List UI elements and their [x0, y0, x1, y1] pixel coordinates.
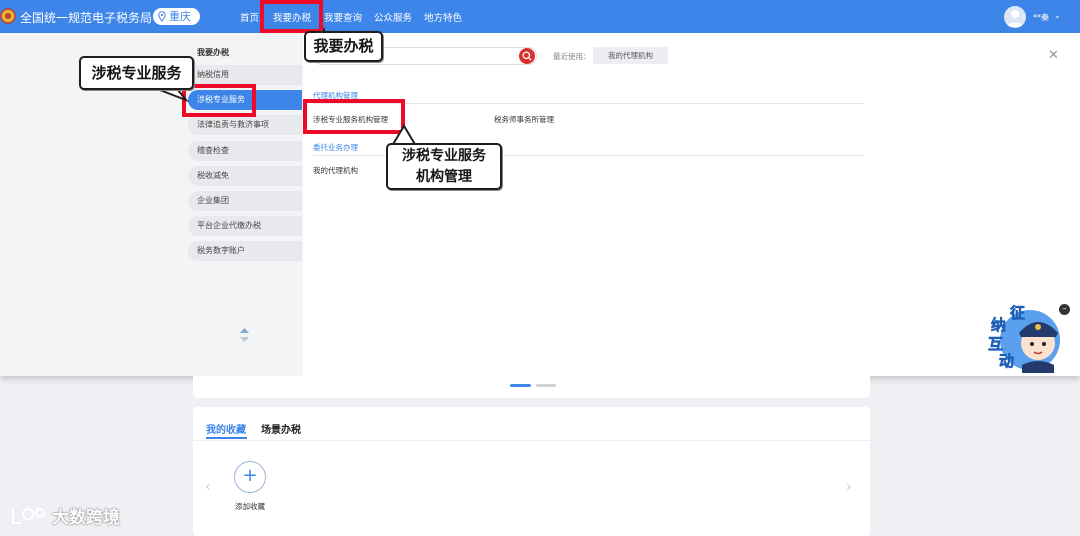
search-icon: [522, 51, 532, 61]
app-title[interactable]: 全国统一规范电子税务局: [20, 9, 152, 26]
search-button[interactable]: [519, 48, 535, 64]
callout-agency-management: 涉税专业服务 机构管理: [386, 143, 502, 190]
avatar-person-icon: [1007, 10, 1023, 27]
assistant-char: 征: [1010, 304, 1026, 323]
sidebar-item-tax-relief[interactable]: 税收减免: [188, 166, 302, 186]
tax-emblem-icon: [0, 8, 16, 24]
close-icon[interactable]: ✕: [1048, 48, 1059, 63]
nav-public-service[interactable]: 公众服务: [374, 10, 412, 24]
sidebar-item-platform-payment[interactable]: 平台企业代缴办税: [188, 216, 302, 236]
nav-local-features[interactable]: 地方特色: [424, 10, 462, 24]
carousel-card: [193, 376, 870, 398]
assistant-char: 纳: [991, 316, 1007, 335]
highlight-link-agency-management: [303, 99, 405, 134]
link-my-agency[interactable]: 我的代理机构: [313, 165, 358, 176]
scroll-arrows-icon[interactable]: [239, 327, 250, 343]
user-name[interactable]: **秦: [1033, 12, 1049, 23]
nav-home[interactable]: 首页: [240, 10, 259, 24]
sidebar-item-inspection[interactable]: 稽查检查: [188, 141, 302, 161]
sidebar-item-legal-remedy[interactable]: 法律追责与救济事项: [188, 115, 302, 135]
callout-line: 涉税专业服务: [402, 148, 486, 164]
chevron-right-icon[interactable]: ›: [846, 479, 852, 495]
user-avatar[interactable]: [1004, 6, 1026, 28]
add-favorite-button[interactable]: +: [234, 461, 266, 493]
tab-active-indicator: [206, 437, 247, 439]
nav-query[interactable]: 我要查询: [324, 10, 362, 24]
tab-scenario-tax[interactable]: 场景办税: [261, 421, 301, 436]
callout-professional-service: 涉税专业服务: [79, 56, 194, 90]
sidebar-item-enterprise-group[interactable]: 企业集团: [188, 191, 302, 211]
section-title-entrusted-business: 委托业务办理: [313, 143, 358, 152]
top-nav-bar: 全国统一规范电子税务局 重庆 首页 我要办税 我要查询 公众服务 地方特色 **…: [0, 0, 1080, 33]
recent-item-my-agency[interactable]: 我的代理机构: [593, 47, 668, 64]
assistant-char: 动: [999, 352, 1015, 371]
sidebar-item-digital-account[interactable]: 税务数字账户: [188, 241, 302, 261]
link-tax-firm-management[interactable]: 税务师事务所管理: [494, 114, 554, 125]
region-name: 重庆: [169, 10, 191, 23]
region-selector[interactable]: 重庆: [153, 8, 200, 25]
watermark-text: 大数跨境: [52, 508, 120, 528]
add-favorite-label: 添加收藏: [235, 502, 265, 511]
carousel-dot[interactable]: [536, 384, 556, 387]
callout-tax-handling: 我要办税: [304, 31, 383, 62]
watermark-logo-icon: [12, 508, 45, 524]
sidebar-item-credit[interactable]: 纳税信用: [188, 65, 302, 85]
callout-line: 机构管理: [416, 169, 472, 185]
carousel-dot-active[interactable]: [510, 384, 531, 387]
tab-divider: [193, 440, 870, 441]
sidebar-title: 我要办税: [197, 48, 229, 57]
chevron-left-icon[interactable]: ‹: [205, 479, 211, 495]
assistant-close-icon[interactable]: –: [1059, 304, 1070, 315]
location-pin-icon: [158, 11, 166, 22]
highlight-sidebar-professional-service: [182, 84, 256, 117]
highlight-nav-tax-handling: [260, 0, 323, 33]
recent-label: 最近使用：: [553, 52, 591, 61]
chevron-down-icon[interactable]: ⌄: [1054, 11, 1061, 20]
assistant-widget[interactable]: 征 纳 互 动: [982, 303, 1064, 373]
tab-my-favorites[interactable]: 我的收藏: [206, 421, 246, 436]
